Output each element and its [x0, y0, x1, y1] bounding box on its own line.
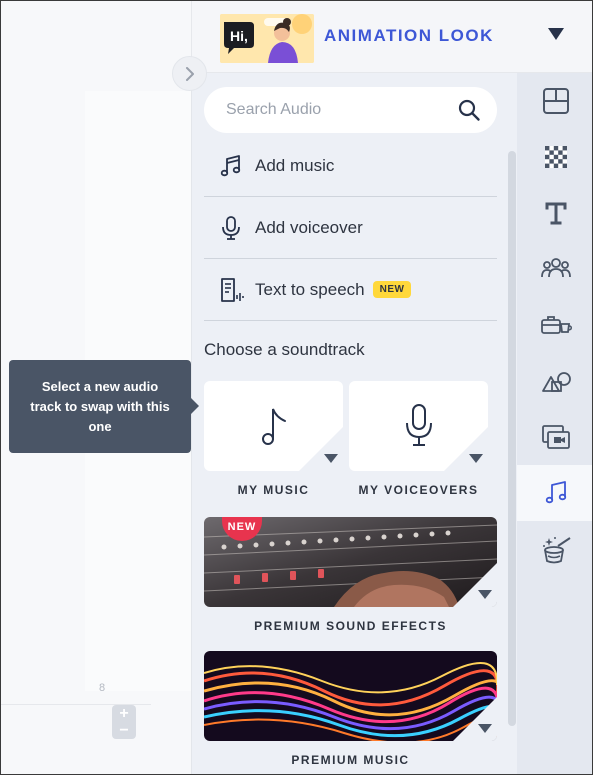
shapes-icon: [541, 372, 571, 392]
text-to-speech-label: Text to speech: [255, 279, 365, 299]
search-icon[interactable]: [457, 98, 481, 122]
microphone-icon: [222, 215, 240, 240]
swap-track-tooltip: Select a new audio track to swap with th…: [9, 360, 199, 453]
panel-scrollbar[interactable]: [508, 151, 516, 726]
text-to-speech-icon: [221, 277, 244, 302]
caret-down-icon[interactable]: [548, 28, 564, 40]
premium-music-label: PREMIUM MUSIC: [291, 753, 410, 767]
search-input[interactable]: [226, 99, 446, 121]
rail-props[interactable]: [517, 297, 592, 353]
add-music-label: Add music: [255, 155, 335, 175]
layout-icon: [542, 88, 569, 114]
soundtrack-heading: Choose a soundtrack: [204, 340, 365, 359]
rail-audio[interactable]: [517, 465, 592, 521]
tile-fold: [444, 427, 488, 471]
rail-characters[interactable]: [517, 241, 592, 297]
timeline-ruler-number: 8: [99, 682, 106, 694]
theme-header[interactable]: Hi, ANIMATION LOOK: [191, 1, 592, 73]
media-icon: [541, 425, 570, 449]
premium-music-tile[interactable]: [204, 651, 497, 741]
rail-layout[interactable]: [517, 73, 592, 129]
zoom-in-button[interactable]: +: [119, 706, 128, 722]
add-voiceover-label: Add voiceover: [255, 217, 363, 237]
theme-title[interactable]: ANIMATION LOOK: [324, 26, 494, 46]
premium-sound-effects-tile[interactable]: NEW: [204, 517, 497, 607]
microphone-icon: [406, 404, 432, 446]
my-music-label: MY MUSIC: [237, 483, 310, 497]
zoom-out-button[interactable]: −: [119, 723, 128, 739]
briefcase-cup-icon: [540, 316, 572, 334]
my-voiceovers-label: MY VOICEOVERS: [358, 483, 479, 497]
theme-thumbnail: Hi,: [220, 14, 314, 63]
search-box[interactable]: [204, 87, 497, 133]
audio-panel: Add music Add voiceover Text to speech: [191, 73, 517, 774]
tile-fold: [299, 427, 343, 471]
music-note-icon: [545, 481, 566, 504]
rail-shapes[interactable]: [517, 353, 592, 409]
characters-icon: [540, 258, 571, 278]
thumbnail-greeting: Hi,: [230, 28, 248, 44]
caret-down-icon[interactable]: [478, 724, 492, 733]
my-voiceovers-tile[interactable]: [349, 381, 488, 471]
caret-down-icon[interactable]: [324, 454, 338, 463]
rail-background[interactable]: [517, 129, 592, 185]
rail-text[interactable]: [517, 185, 592, 241]
magic-hat-icon: [542, 537, 571, 564]
new-badge: NEW: [372, 281, 412, 298]
tool-rail: [517, 73, 592, 774]
caret-down-icon[interactable]: [469, 454, 483, 463]
rail-effects[interactable]: [517, 521, 592, 577]
tooltip-text: Select a new audio track to swap with th…: [30, 378, 170, 434]
premium-sound-effects-label: PREMIUM SOUND EFFECTS: [254, 619, 447, 633]
music-notes-icon: [220, 154, 241, 176]
caret-down-icon[interactable]: [478, 590, 492, 599]
background-icon: [544, 146, 567, 168]
zoom-control[interactable]: + −: [112, 705, 136, 739]
app-frame: 8 + − Select a new audio track to swap w…: [0, 0, 593, 775]
my-music-tile[interactable]: [204, 381, 343, 471]
chevron-right-icon: [185, 66, 194, 81]
tile-fold: [453, 563, 497, 607]
add-voiceover-button[interactable]: Add voiceover: [204, 197, 497, 259]
rail-media[interactable]: [517, 409, 592, 465]
music-note-icon: [262, 408, 286, 445]
add-music-button[interactable]: Add music: [204, 135, 497, 197]
text-icon: [545, 202, 566, 225]
animation-look-illustration: Hi,: [220, 14, 314, 63]
collapse-panel-button[interactable]: [172, 56, 207, 91]
tile-fold: [453, 697, 497, 741]
text-to-speech-button[interactable]: Text to speech NEW: [204, 259, 497, 321]
